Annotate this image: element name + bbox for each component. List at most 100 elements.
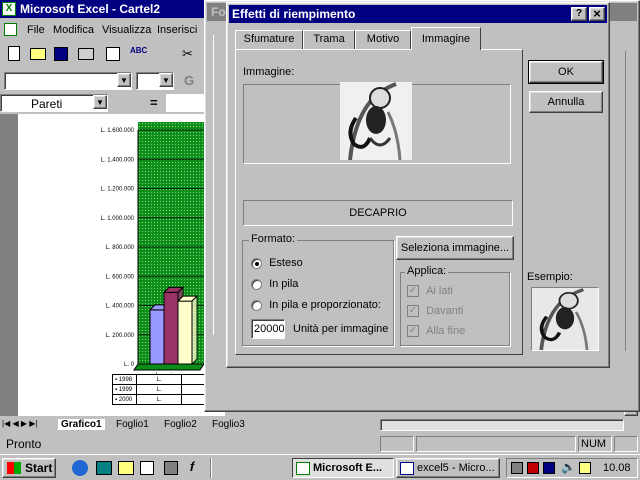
menu-modifica[interactable]: Modifica	[48, 20, 99, 40]
check-davanti-label: Davanti	[426, 305, 464, 317]
chevron-down-icon[interactable]: ▼	[159, 73, 173, 87]
tray-icon-3[interactable]	[543, 462, 555, 474]
save-icon[interactable]	[54, 47, 68, 61]
tab-panel: Immagine: DECAPRIO Formato: Esteso In pi…	[235, 49, 523, 355]
open-icon[interactable]	[30, 48, 46, 60]
menu-file[interactable]: File	[22, 20, 50, 40]
chevron-down-icon[interactable]: ▼	[117, 73, 131, 87]
checkbox[interactable]: ✓	[407, 325, 419, 338]
chevron-down-icon[interactable]: ▼	[93, 95, 107, 109]
status-text: Pronto	[6, 437, 42, 451]
speaker-icon[interactable]: 🔈	[561, 460, 576, 474]
tools-icon[interactable]	[164, 461, 178, 475]
radio-button[interactable]	[251, 299, 262, 311]
units-label: Unità per immagine	[293, 323, 389, 335]
task-word[interactable]: excel5 - Micro...	[396, 458, 500, 478]
word-task-icon	[400, 462, 414, 475]
document-icon[interactable]	[4, 23, 17, 36]
help-button[interactable]: ?	[571, 7, 587, 21]
new-icon[interactable]	[8, 46, 20, 61]
ie-icon[interactable]	[72, 460, 88, 476]
name-box-value: Pareti	[31, 97, 63, 111]
cancel-button[interactable]: Annulla	[529, 91, 603, 113]
y-tick-label: L. 1.400.000	[101, 157, 135, 163]
bar-2000[interactable]	[177, 300, 193, 365]
font-size-select[interactable]: ▼	[136, 72, 174, 90]
excel-menubar: File Modifica Visualizza Inserisci	[0, 20, 210, 40]
radio-esteso[interactable]: Esteso	[251, 257, 303, 269]
num-indicator: NUM	[578, 436, 612, 452]
menu-inserisci[interactable]: Inserisci	[152, 20, 202, 40]
y-tick-label: L. 1.000.000	[101, 216, 135, 222]
channels-icon[interactable]	[140, 461, 154, 475]
print-preview-icon[interactable]	[106, 47, 120, 61]
excel-app-icon[interactable]: X	[2, 2, 16, 16]
font-select[interactable]: ▼	[4, 72, 132, 90]
tab-sfumature-label: Sfumature	[243, 33, 295, 45]
radio-button[interactable]	[251, 278, 262, 290]
formula-input[interactable]	[166, 94, 206, 112]
tab-grafico1[interactable]: Grafico1	[58, 419, 105, 430]
tab-sfumature[interactable]: Sfumature	[235, 30, 303, 49]
select-image-button[interactable]: Seleziona immagine...	[396, 236, 514, 260]
y-tick-label: L. 1.200.000	[101, 187, 135, 193]
check-alla-fine[interactable]: ✓ Alla fine	[407, 325, 466, 338]
bold-button[interactable]: G	[184, 73, 194, 88]
radio-esteso-label: Esteso	[269, 257, 303, 269]
horizontal-scrollbar[interactable]	[380, 419, 624, 431]
start-button[interactable]: Start	[2, 458, 56, 478]
tab-scroll-first[interactable]: |◀ ◀ ▶ ▶|	[2, 419, 37, 428]
table-cell: L.	[135, 374, 183, 385]
radio-button[interactable]	[251, 257, 262, 269]
tab-trama[interactable]: Trama	[303, 30, 355, 49]
image-label: Immagine:	[243, 66, 295, 78]
clock[interactable]: 10.08	[603, 462, 631, 474]
tab-foglio3[interactable]: Foglio3	[212, 419, 245, 430]
tab-motivo[interactable]: Motivo	[355, 30, 411, 49]
radio-in-pila[interactable]: In pila	[251, 278, 298, 290]
formula-equals[interactable]: =	[150, 95, 158, 110]
print-icon[interactable]	[78, 48, 94, 60]
cut-icon[interactable]: ✂	[182, 46, 193, 62]
tab-foglio2[interactable]: Foglio2	[164, 419, 197, 430]
check-alla-fine-label: Alla fine	[426, 325, 466, 337]
desktop-icon[interactable]	[96, 461, 112, 475]
check-ai-lati[interactable]: ✓ Ai lati	[407, 285, 453, 298]
y-tick-label: L. 600.000	[106, 274, 135, 280]
name-box[interactable]: Pareti ▼	[0, 94, 108, 112]
chart-floor	[133, 363, 205, 371]
bar-1999[interactable]	[163, 291, 179, 365]
pen-icon[interactable]: 𝒇	[190, 459, 194, 475]
spelling-icon[interactable]: ABC	[130, 46, 147, 55]
bar-1998[interactable]	[149, 309, 165, 365]
y-tick-label: L. 800.000	[106, 245, 135, 251]
fill-effects-dialog: Effetti di riempimento ? × Sfumature Tra…	[226, 2, 610, 368]
tray-icon-2[interactable]	[527, 462, 539, 474]
preview-label: Esempio:	[527, 271, 573, 283]
cancel-label: Annulla	[547, 96, 585, 108]
tray-icon-1[interactable]	[511, 462, 523, 474]
tray-icon-5[interactable]	[579, 462, 591, 474]
row-label: ▪ 2000	[112, 394, 137, 405]
checkbox[interactable]: ✓	[407, 285, 419, 298]
dialog-titlebar[interactable]: Effetti di riempimento ? ×	[229, 5, 607, 23]
behind-right-edge	[625, 51, 637, 351]
explorer-icon[interactable]	[118, 461, 134, 475]
units-input[interactable]	[251, 319, 285, 339]
y-tick-label: L. 200.000	[106, 333, 135, 339]
tab-immagine[interactable]: Immagine	[411, 27, 481, 50]
checkbox[interactable]: ✓	[407, 305, 419, 318]
radio-in-pila-proporzionato[interactable]: In pila e proporzionato:	[251, 299, 381, 311]
y-tick-label: L. 1.600.000	[101, 128, 135, 134]
check-davanti[interactable]: ✓ Davanti	[407, 305, 464, 318]
row-label: ▪ 1998	[112, 374, 137, 385]
ok-button[interactable]: OK	[528, 60, 604, 84]
menu-visualizza[interactable]: Visualizza	[97, 20, 156, 40]
preview-box	[531, 287, 599, 351]
close-button[interactable]: ×	[589, 7, 605, 21]
check-ai-lati-label: Ai lati	[426, 285, 453, 297]
image-preview-box	[243, 82, 511, 164]
num-label: NUM	[581, 438, 607, 450]
tab-foglio1[interactable]: Foglio1	[116, 419, 149, 430]
task-excel[interactable]: Microsoft E...	[292, 458, 394, 478]
